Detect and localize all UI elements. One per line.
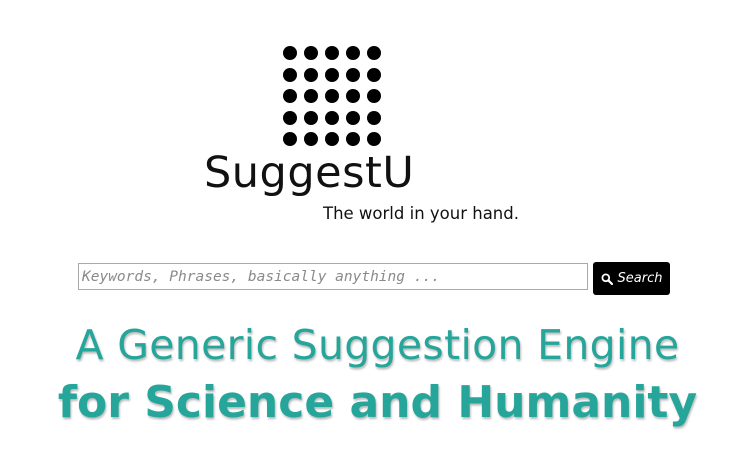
search-input[interactable] bbox=[78, 263, 588, 290]
search-button[interactable]: Search bbox=[593, 262, 670, 295]
dot-grid-logo-icon bbox=[283, 46, 383, 146]
landing-page: SuggestU The world in your hand. Search … bbox=[0, 0, 755, 469]
search-button-label: Search bbox=[617, 271, 663, 286]
brand-name: SuggestU bbox=[204, 148, 415, 198]
headline-line-2: for Science and Humanity bbox=[57, 377, 698, 428]
search-icon bbox=[601, 273, 613, 285]
search-form: Search bbox=[78, 262, 670, 295]
brand-tagline: The world in your hand. bbox=[323, 204, 519, 223]
headline-line-1: A Generic Suggestion Engine bbox=[75, 321, 680, 369]
